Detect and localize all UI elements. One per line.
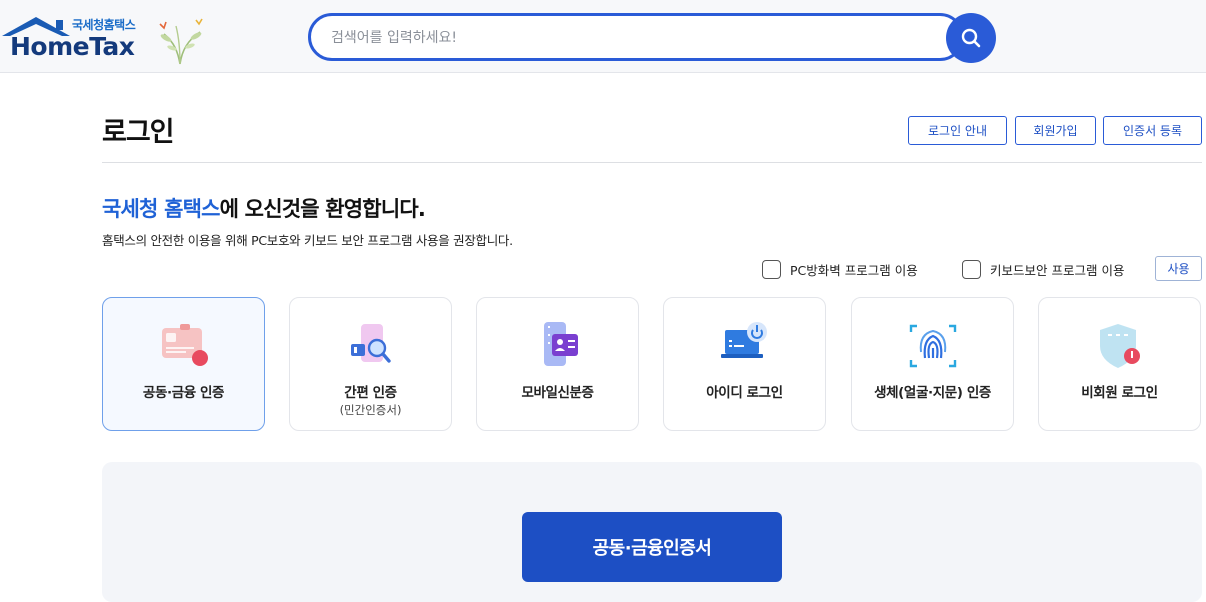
- method-label: 아이디 로그인: [706, 385, 783, 401]
- method-label: 모바일신분증: [521, 385, 594, 401]
- checkbox-box[interactable]: [762, 260, 781, 279]
- plant-decoration-icon: [159, 18, 203, 65]
- welcome-accent: 국세청 홈택스: [102, 197, 220, 221]
- method-card-id-login[interactable]: 아이디 로그인: [663, 297, 826, 431]
- search-icon: [961, 28, 981, 48]
- method-card-mobile-id[interactable]: 모바일신분증: [476, 297, 639, 431]
- login-guide-button[interactable]: 로그인 안내: [908, 116, 1007, 145]
- guest-shield-icon: [1099, 324, 1140, 368]
- id-login-laptop-icon: [720, 322, 767, 358]
- search-button[interactable]: [946, 13, 996, 63]
- apply-security-button[interactable]: 사용: [1155, 256, 1202, 281]
- keyboard-security-checkbox[interactable]: 키보드보안 프로그램 이용: [962, 260, 1124, 279]
- method-label: 공동·금융 인증: [142, 385, 225, 401]
- method-sublabel: (민간인증서): [339, 403, 402, 417]
- joint-financial-certificate-button[interactable]: 공동·금융인증서: [522, 512, 782, 582]
- pc-firewall-checkbox[interactable]: PC방화벽 프로그램 이용: [762, 260, 918, 279]
- logo-english-text: HomeTax: [10, 32, 135, 61]
- welcome-heading: 국세청 홈택스에 오신것을 환영합니다.: [102, 193, 426, 223]
- keyboard-security-label: 키보드보안 프로그램 이용: [990, 263, 1125, 278]
- page-title: 로그인: [102, 117, 175, 148]
- hometax-logo[interactable]: 국세청홈택스 HomeTax: [0, 10, 215, 66]
- checkbox-box[interactable]: [962, 260, 981, 279]
- method-card-guest-login[interactable]: 비회원 로그인: [1038, 297, 1201, 431]
- search-input[interactable]: [331, 26, 931, 50]
- welcome-rest: 에 오신것을 환영합니다.: [219, 197, 426, 221]
- mobile-id-icon: [543, 322, 578, 366]
- method-card-simple-auth[interactable]: 간편 인증 (민간인증서): [289, 297, 452, 431]
- logo-korean-text: 국세청홈택스: [72, 18, 136, 32]
- simple-auth-icon: [350, 324, 391, 363]
- register-certificate-button[interactable]: 인증서 등록: [1103, 116, 1202, 145]
- method-label: 비회원 로그인: [1081, 385, 1158, 401]
- method-label: 생체(얼굴·지문) 인증: [874, 385, 991, 401]
- title-divider: [102, 162, 1202, 163]
- method-card-joint-certificate[interactable]: 공동·금융 인증: [102, 297, 265, 431]
- fingerprint-icon: [909, 324, 956, 368]
- site-header: 국세청홈택스 HomeTax: [0, 0, 1206, 73]
- certificate-card-icon: [161, 324, 208, 366]
- pc-firewall-label: PC방화벽 프로그램 이용: [790, 263, 918, 278]
- method-label: 간편 인증: [344, 385, 397, 401]
- method-card-biometric[interactable]: 생체(얼굴·지문) 인증: [851, 297, 1014, 431]
- signup-button[interactable]: 회원가입: [1015, 116, 1096, 145]
- search-box: [308, 13, 964, 61]
- security-recommendation-text: 홈택스의 안전한 이용을 위해 PC보호와 키보드 보안 프로그램 사용을 권장…: [102, 233, 513, 248]
